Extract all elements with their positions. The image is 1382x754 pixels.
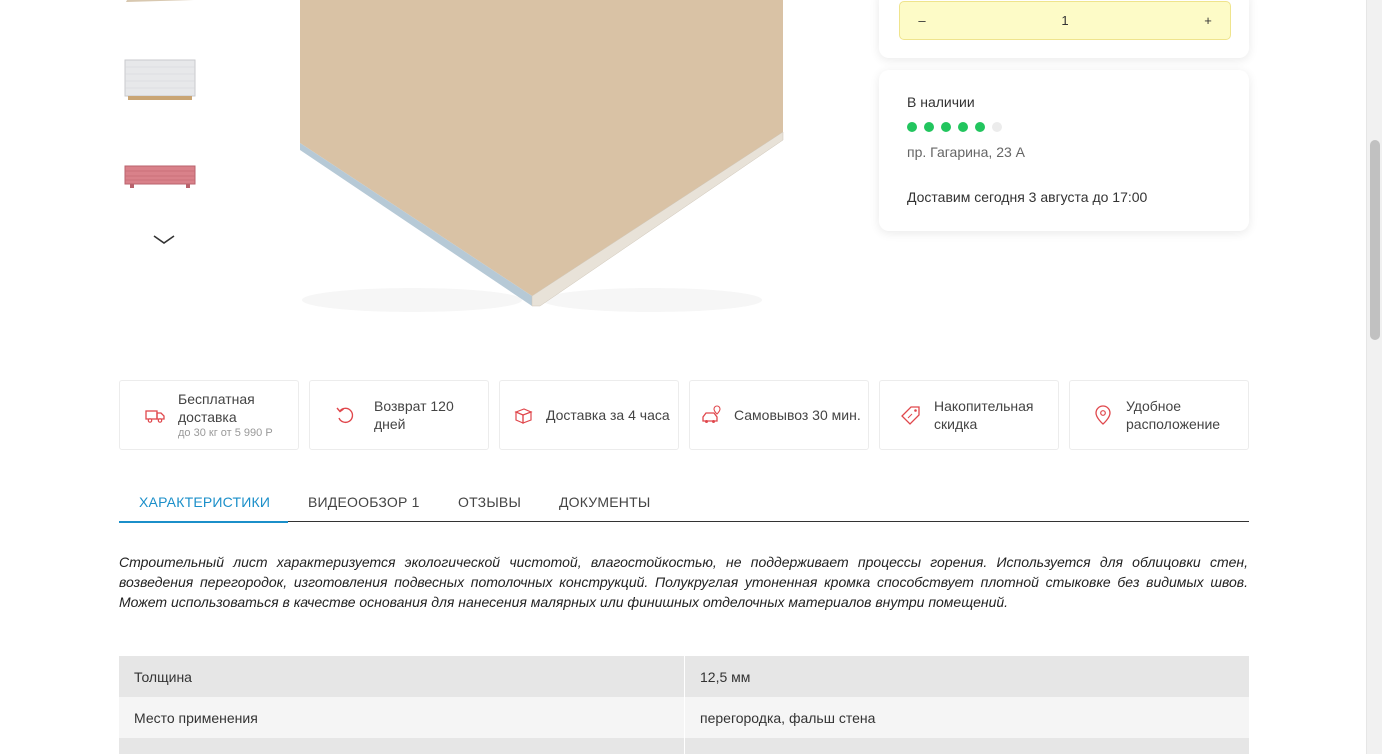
spec-name: Толщина <box>134 668 192 685</box>
box-icon <box>514 408 533 424</box>
location-pin-icon <box>1095 405 1111 425</box>
spec-value: перегородка, фальш стена <box>684 697 1249 738</box>
stock-card: В наличии пр. Гагарина, 23 А Доставим се… <box>879 70 1249 231</box>
feature-title: Удобное расположение <box>1126 398 1221 432</box>
stock-level-indicator <box>907 122 1002 132</box>
stock-status: В наличии <box>907 94 975 110</box>
spec-value: 12,5 мм <box>684 656 1249 697</box>
chevron-down-icon <box>153 235 175 244</box>
feature-title: Возврат 120 дней <box>374 398 454 432</box>
table-row <box>119 738 1249 754</box>
feature-subtitle: до 30 кг от 5 990 Р <box>178 427 273 439</box>
product-main-image <box>292 0 792 345</box>
return-arrow-icon <box>336 407 354 424</box>
table-row: Толщина 12,5 мм <box>119 656 1249 697</box>
page-scrollbar[interactable] <box>1366 0 1382 754</box>
active-tab-indicator <box>119 521 288 523</box>
product-tabs: ХАРАКТЕРИСТИКИ ВИДЕООБЗОР 1 ОТЗЫВЫ ДОКУМ… <box>119 482 1249 523</box>
feature-discount: Накопительная скидка <box>879 380 1059 450</box>
tab-characteristics[interactable]: ХАРАКТЕРИСТИКИ <box>139 494 270 510</box>
car-pin-icon <box>702 405 721 423</box>
feature-free-delivery: Бесплатная доставка до 30 кг от 5 990 Р <box>119 380 299 450</box>
feature-title: Самовывоз 30 мин. <box>734 407 861 423</box>
feature-location: Удобное расположение <box>1069 380 1249 450</box>
tab-documents[interactable]: ДОКУМЕНТЫ <box>559 494 650 510</box>
feature-return: Возврат 120 дней <box>309 380 489 450</box>
store-address[interactable]: пр. Гагарина, 23 А <box>907 144 1025 160</box>
spec-table: Толщина 12,5 мм Место применения перегор… <box>119 656 1249 754</box>
table-row: Место применения перегородка, фальш стен… <box>119 697 1249 738</box>
scrollbar-thumb[interactable] <box>1370 140 1380 340</box>
discount-tag-icon <box>901 406 920 425</box>
product-thumbnail-2[interactable] <box>120 138 200 218</box>
spec-name: Место применения <box>134 709 258 726</box>
feature-title: Доставка за 4 часа <box>546 407 670 423</box>
quantity-input[interactable]: 1 <box>931 13 1199 28</box>
increase-quantity-button[interactable]: + <box>1199 13 1217 28</box>
stock-level-dot <box>907 122 917 132</box>
product-description: Строительный лист характеризуется эколог… <box>119 554 1248 610</box>
thumbnails-next-button[interactable] <box>150 230 178 250</box>
stock-level-dot <box>924 122 934 132</box>
stock-level-dot <box>975 122 985 132</box>
stock-level-dot <box>992 122 1002 132</box>
feature-fast-delivery: Доставка за 4 часа <box>499 380 679 450</box>
feature-pickup: Самовывоз 30 мин. <box>689 380 869 450</box>
feature-title: Бесплатная доставка <box>178 391 255 425</box>
product-thumbnail-0[interactable] <box>120 0 200 30</box>
stock-level-dot <box>958 122 968 132</box>
tab-video-review[interactable]: ВИДЕООБЗОР 1 <box>308 494 420 510</box>
quantity-stepper: – 1 + <box>899 1 1231 40</box>
stock-level-dot <box>941 122 951 132</box>
product-thumbnail-1[interactable] <box>120 40 200 120</box>
delivery-estimate: Доставим сегодня 3 августа до 17:00 <box>907 189 1148 205</box>
delivery-truck-icon <box>145 410 165 423</box>
quantity-card: – 1 + <box>879 0 1249 58</box>
feature-title: Накопительная скидка <box>934 398 1034 432</box>
tab-reviews[interactable]: ОТЗЫВЫ <box>458 494 521 510</box>
decrease-quantity-button[interactable]: – <box>913 13 931 28</box>
